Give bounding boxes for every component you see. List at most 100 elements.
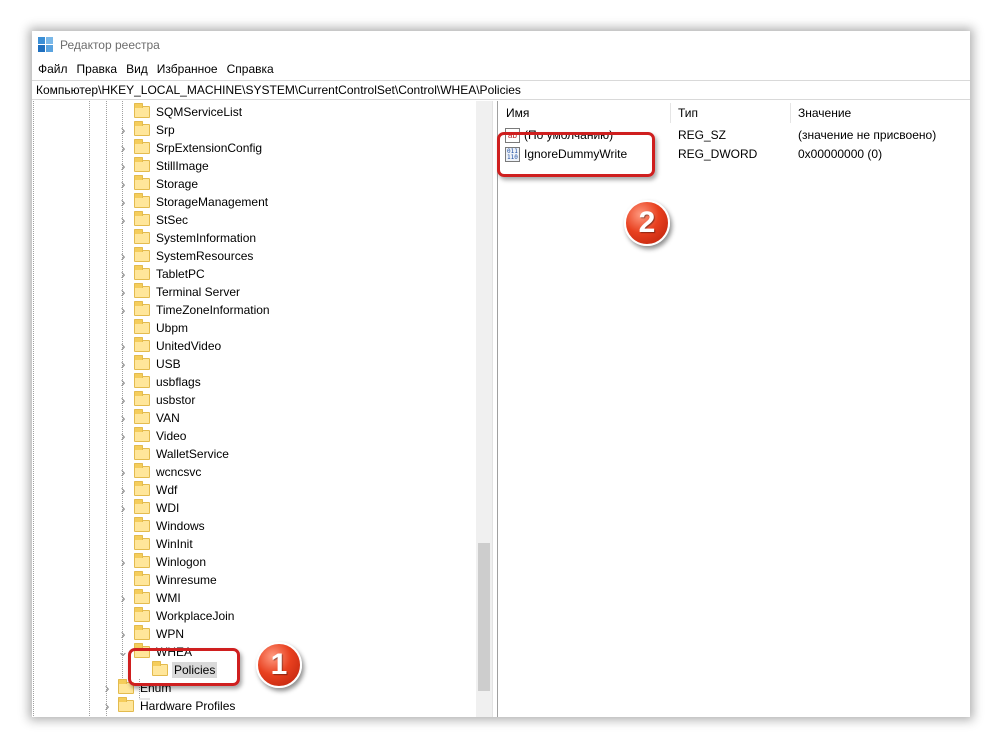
tree-node[interactable]: Windows [116,517,207,535]
tree-node[interactable]: › SrpExtensionConfig [116,139,264,157]
tree-node[interactable]: › Wdf [116,481,179,499]
folder-icon [134,535,150,550]
tree-node[interactable]: › Hardware Profiles [100,697,237,715]
expand-chevron-icon[interactable]: › [116,211,130,229]
tree-node-label: USB [156,357,181,371]
tree-node[interactable]: › WMI [116,589,183,607]
folder-icon [134,319,150,334]
expand-chevron-icon[interactable]: › [116,427,130,445]
tree-node[interactable]: WorkplaceJoin [116,607,236,625]
folder-icon [134,571,150,586]
tree-node[interactable]: › usbstor [116,391,197,409]
tree-node[interactable]: › Terminal Server [116,283,242,301]
folder-icon [134,337,150,352]
expand-chevron-icon[interactable]: › [116,481,130,499]
tree-node-label: SystemResources [156,249,254,263]
folder-icon [134,193,150,208]
folder-icon [134,445,150,460]
folder-icon [134,553,150,568]
tree-node-label: SQMServiceList [156,105,243,119]
tree-node[interactable]: › Srp [116,121,177,139]
tree-vertical-scrollbar[interactable] [476,101,492,717]
expand-chevron-icon[interactable]: › [116,193,130,211]
expand-chevron-icon[interactable]: › [116,247,130,265]
expand-chevron-icon[interactable]: › [116,355,130,373]
expand-chevron-icon[interactable]: › [116,265,130,283]
folder-icon [118,697,134,712]
tree-node-label: TimeZoneInformation [156,303,270,317]
folder-icon [134,139,150,154]
tree-node[interactable]: › TimeZoneInformation [116,301,272,319]
expand-chevron-icon[interactable]: › [116,409,130,427]
address-path[interactable]: Компьютер\HKEY_LOCAL_MACHINE\SYSTEM\Curr… [36,83,521,97]
tree-node[interactable]: Ubpm [116,319,190,337]
folder-icon [134,247,150,262]
value-data: 0x00000000 (0) [798,147,883,161]
tree-node-label: WMI [156,591,181,605]
tree-node[interactable]: › WPN [116,625,186,643]
expand-chevron-icon[interactable]: › [100,679,114,697]
menu-view[interactable]: Вид [124,62,155,76]
expand-chevron-icon[interactable]: › [116,373,130,391]
expand-chevron-icon[interactable]: › [116,337,130,355]
tree-node-label: Winresume [156,573,217,587]
tree-node-label: VAN [156,411,180,425]
highlight-policies-key [128,648,240,686]
expand-chevron-icon[interactable]: › [116,391,130,409]
address-bar[interactable]: Компьютер\HKEY_LOCAL_MACHINE\SYSTEM\Curr… [32,80,970,100]
tree-node[interactable]: › Storage [116,175,200,193]
menu-file[interactable]: Файл [36,62,75,76]
tree-node[interactable]: › usbflags [116,373,203,391]
tree-node[interactable]: › UnitedVideo [116,337,223,355]
tree-node[interactable]: › Video [116,427,188,445]
tree-node[interactable]: SystemInformation [116,229,258,247]
tree-node[interactable]: › WDI [116,499,181,517]
expand-chevron-icon[interactable]: › [116,625,130,643]
tree-node-label: SystemInformation [156,231,257,245]
tree-node[interactable]: › Winlogon [116,553,208,571]
expand-chevron-icon[interactable]: › [100,697,114,715]
tree-node[interactable]: › TabletPC [116,265,207,283]
tree-node[interactable]: SQMServiceList [116,103,244,121]
folder-icon [134,265,150,280]
expand-chevron-icon[interactable]: › [116,121,130,139]
tree-node[interactable]: › SystemResources [116,247,255,265]
expand-chevron-icon[interactable]: › [116,499,130,517]
menu-favorites[interactable]: Избранное [155,62,225,76]
scrollbar-thumb[interactable] [478,543,490,691]
expand-chevron-icon[interactable]: › [116,157,130,175]
expand-chevron-icon[interactable]: › [116,301,130,319]
column-header-name[interactable]: Имя [498,101,529,125]
expand-chevron-icon[interactable]: › [116,589,130,607]
expand-chevron-icon[interactable]: › [116,139,130,157]
column-header-value[interactable]: Значение [790,101,851,125]
tree-node[interactable]: › StorageManagement [116,193,270,211]
expand-chevron-icon[interactable]: › [116,175,130,193]
expand-chevron-icon[interactable]: › [116,283,130,301]
menu-help[interactable]: Справка [225,62,281,76]
tree-node[interactable]: › StSec [116,211,190,229]
folder-icon [134,481,150,496]
tree-node[interactable]: › StillImage [116,157,211,175]
title-bar: Редактор реестра [32,31,970,59]
tree-node[interactable]: › USB [116,355,183,373]
folder-icon [134,427,150,442]
registry-editor-icon [38,37,54,53]
tree-node[interactable]: › VAN [116,409,182,427]
tree-node-label: Ubpm [156,321,189,335]
column-header-type[interactable]: Тип [670,101,698,125]
tree-node[interactable]: Winresume [116,571,219,589]
folder-icon [134,229,150,244]
menu-edit[interactable]: Правка [75,62,125,76]
tree-node-label: StillImage [156,159,209,173]
expand-chevron-icon[interactable]: › [116,553,130,571]
folder-icon [134,283,150,298]
tree-node[interactable]: WalletService [116,445,231,463]
tree-node[interactable]: WinInit [116,535,195,553]
tree-node[interactable]: › wcncsvc [116,463,203,481]
expand-chevron-icon[interactable]: › [116,463,130,481]
highlight-ignoredummywrite [497,132,655,177]
